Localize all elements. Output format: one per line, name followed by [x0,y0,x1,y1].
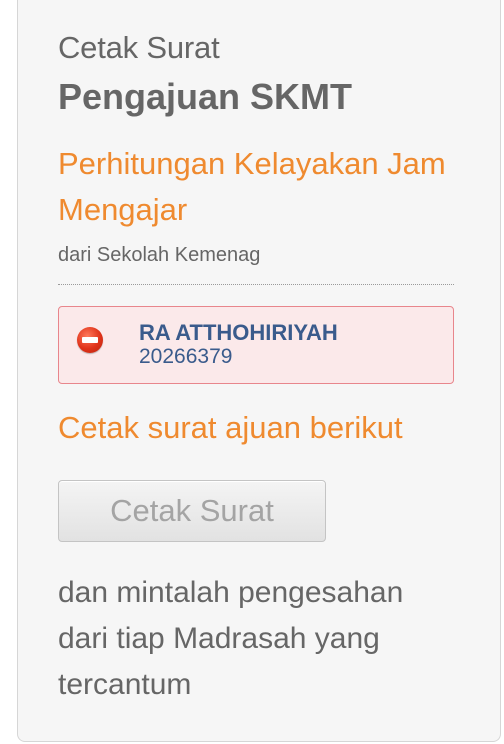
skmt-panel: Cetak Surat Pengajuan SKMT Perhitungan K… [17,0,501,742]
school-alert: RA ATTHOHIRIYAH 20266379 [58,306,454,384]
pre-title: Cetak Surat [58,30,220,65]
print-letter-button[interactable]: Cetak Surat [58,480,326,542]
page-title: Pengajuan SKMT [58,76,353,117]
dotted-divider [58,284,454,285]
school-name: RA ATTHOHIRIYAH [139,320,338,345]
note-text: dan mintalah pengesahan dari tiap Madras… [58,576,404,701]
subtitle: Perhitungan Kelayakan Jam Mengajar [58,146,446,227]
instruction-text: Cetak surat ajuan berikut [58,410,403,445]
no-entry-icon [77,327,103,353]
school-code: 20266379 [139,345,233,368]
source-label: dari Sekolah Kemenag [58,244,261,266]
